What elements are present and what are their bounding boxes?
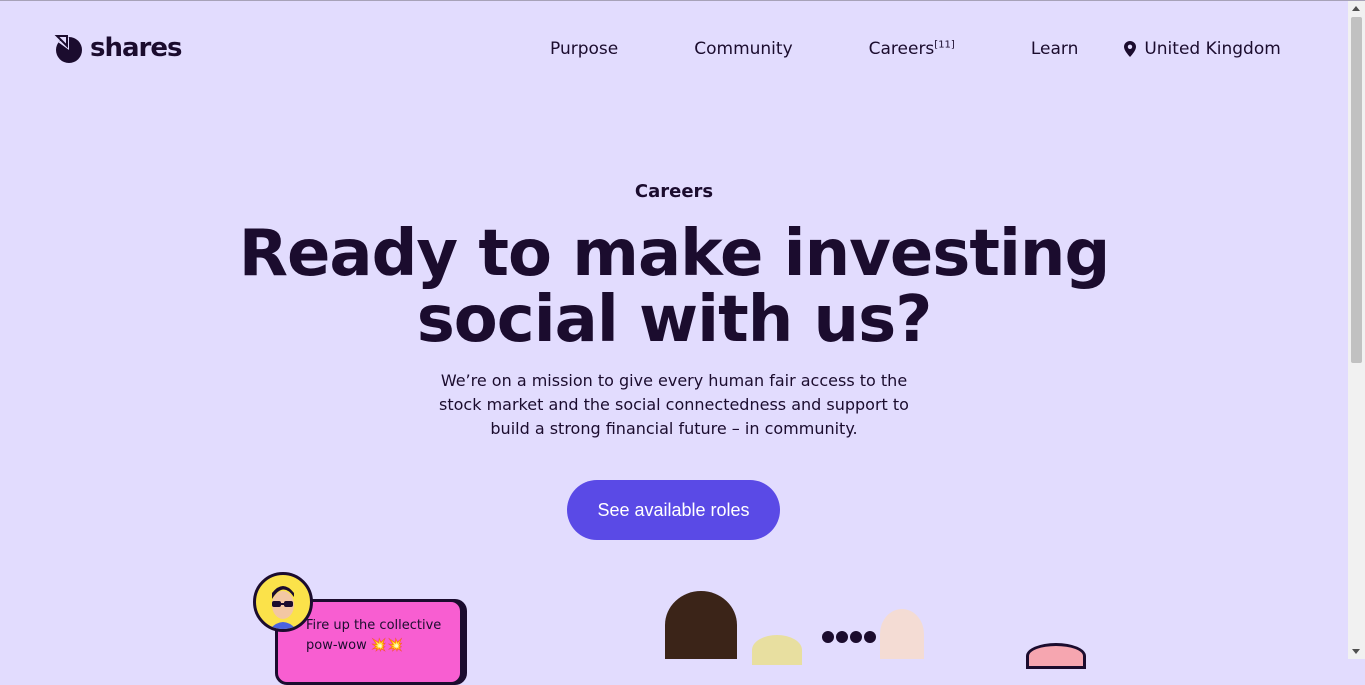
card-text: Fire up the collective pow-wow 💥💥 xyxy=(306,618,442,653)
main-nav: Purpose Community Careers[11] Learn Unit… xyxy=(550,39,1281,59)
careers-count-badge: [11] xyxy=(934,39,955,51)
location-pin-icon xyxy=(1124,41,1137,57)
community-photo-person-5 xyxy=(1026,643,1086,669)
logo-mark-icon xyxy=(54,35,82,63)
scroll-up-arrow-icon[interactable] xyxy=(1352,6,1360,11)
headline-line-2: social with us? xyxy=(416,283,933,357)
page-title: Ready to make investing social with us? xyxy=(0,221,1348,353)
see-available-roles-button[interactable]: See available roles xyxy=(567,480,780,540)
hero-description: We’re on a mission to give every human f… xyxy=(439,371,909,438)
nav-item-purpose[interactable]: Purpose xyxy=(550,39,618,59)
scrollbar[interactable] xyxy=(1348,1,1365,659)
nav-item-careers[interactable]: Careers[11] xyxy=(869,39,955,59)
community-photo-person-4 xyxy=(820,629,890,645)
country-selector[interactable]: United Kingdom xyxy=(1124,39,1281,59)
scroll-thumb[interactable] xyxy=(1351,17,1362,363)
country-label: United Kingdom xyxy=(1144,39,1281,59)
headline-line-1: Ready to make investing xyxy=(238,217,1111,291)
scroll-down-arrow-icon[interactable] xyxy=(1352,649,1360,654)
nav-careers-label: Careers xyxy=(868,39,935,59)
avatar xyxy=(253,572,313,632)
hair-braid-illustration-icon xyxy=(822,631,876,643)
community-photo-person-2 xyxy=(752,635,802,665)
page-eyebrow: Careers xyxy=(634,181,714,202)
community-photo-person-1 xyxy=(665,591,737,659)
avatar-illustration-icon xyxy=(270,586,296,629)
brand-name: shares xyxy=(90,33,182,63)
shares-logo[interactable]: shares xyxy=(54,32,182,64)
nav-item-community[interactable]: Community xyxy=(694,39,792,59)
nav-item-learn[interactable]: Learn xyxy=(1031,39,1079,59)
